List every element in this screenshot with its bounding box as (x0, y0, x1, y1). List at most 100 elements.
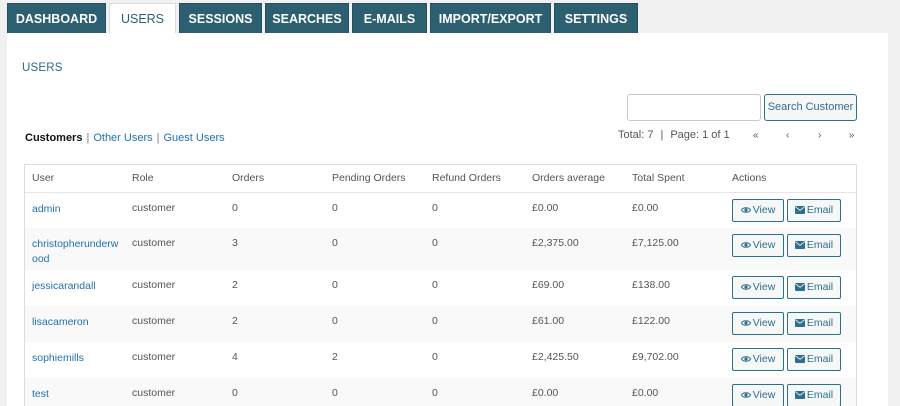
first-page-button[interactable]: « (740, 130, 772, 141)
table-header-row: User Role Orders Pending Orders Refund O… (25, 165, 856, 193)
email-button[interactable]: Email (787, 384, 841, 406)
email-button[interactable]: Email (787, 234, 841, 257)
total-spent-cell: £0.00 (625, 378, 725, 406)
view-button[interactable]: View (732, 234, 784, 257)
email-button[interactable]: Email (787, 312, 841, 335)
user-link[interactable]: lisacameron (32, 315, 120, 330)
view-label: View (752, 353, 776, 365)
total-spent-cell: £7,125.00 (625, 228, 725, 270)
orders-average-cell: £61.00 (525, 306, 625, 342)
search-customer-button[interactable]: Search Customer (764, 94, 857, 121)
email-label: Email (806, 317, 834, 329)
refund-orders-cell: 0 (425, 228, 525, 270)
total-spent-cell: £9,702.00 (625, 342, 725, 378)
pending-orders-cell: 2 (325, 342, 425, 378)
view-label: View (752, 239, 776, 251)
view-button[interactable]: View (732, 312, 784, 335)
eye-icon (740, 356, 751, 362)
total-spent-cell: £138.00 (625, 270, 725, 306)
actions-cell: View Email (725, 270, 856, 306)
filter-other-users[interactable]: Other Users (93, 132, 152, 144)
user-link[interactable]: admin (32, 202, 120, 217)
email-button[interactable]: Email (787, 198, 841, 222)
col-pending-orders: Pending Orders (325, 165, 425, 193)
eye-icon (740, 392, 751, 398)
col-total-spent: Total Spent (625, 165, 725, 193)
refund-orders-cell: 0 (425, 306, 525, 342)
orders-cell: 2 (225, 306, 325, 342)
col-orders: Orders (225, 165, 325, 193)
total-spent-cell: £0.00 (625, 192, 725, 228)
view-button[interactable]: View (732, 348, 784, 371)
pending-orders-cell: 0 (325, 378, 425, 406)
orders-average-cell: £0.00 (525, 378, 625, 406)
envelope-icon (794, 319, 805, 328)
orders-cell: 4 (225, 342, 325, 378)
eye-icon (740, 320, 751, 326)
view-label: View (752, 281, 776, 293)
refund-orders-cell: 0 (425, 342, 525, 378)
view-button[interactable]: View (732, 198, 784, 222)
role-cell: customer (125, 342, 225, 378)
refund-orders-cell: 0 (425, 378, 525, 406)
page-title: USERS (22, 62, 63, 74)
email-label: Email (806, 239, 834, 251)
eye-icon (740, 284, 751, 290)
tab-searches[interactable]: SEARCHES (265, 3, 349, 33)
users-table: User Role Orders Pending Orders Refund O… (24, 164, 857, 406)
email-button[interactable]: Email (787, 348, 841, 371)
last-page-button[interactable]: » (836, 130, 868, 141)
pending-orders-cell: 0 (325, 192, 425, 228)
tab-emails[interactable]: E-MAILS (352, 3, 427, 33)
total-spent-cell: £122.00 (625, 306, 725, 342)
role-cell: customer (125, 270, 225, 306)
table-row: lisacameron customer 2 0 0 £61.00 £122.0… (25, 306, 856, 342)
orders-cell: 0 (225, 378, 325, 406)
nav-tabs: DASHBOARD USERS SESSIONS SEARCHES E-MAIL… (7, 3, 641, 33)
user-link[interactable]: test (32, 387, 120, 402)
tab-settings[interactable]: SETTINGS (554, 3, 638, 33)
table-row: christopherunderwood customer 3 0 0 £2,3… (25, 228, 856, 270)
search-input[interactable] (627, 94, 761, 121)
actions-cell: View Email (725, 342, 856, 378)
prev-page-button[interactable]: ‹ (772, 130, 804, 141)
pending-orders-cell: 0 (325, 270, 425, 306)
refund-orders-cell: 0 (425, 270, 525, 306)
orders-average-cell: £0.00 (525, 192, 625, 228)
view-button[interactable]: View (732, 384, 784, 406)
role-cell: customer (125, 378, 225, 406)
table-row: test customer 0 0 0 £0.00 £0.00 View Emai… (25, 378, 856, 406)
tab-users[interactable]: USERS (109, 3, 176, 33)
actions-cell: View Email (725, 192, 856, 228)
email-label: Email (806, 389, 834, 401)
envelope-icon (794, 241, 805, 250)
main-panel: USERS Search Customer Customers | Other Us… (7, 33, 888, 406)
eye-icon (740, 242, 751, 248)
envelope-icon (794, 283, 805, 292)
orders-average-cell: £2,425.50 (525, 342, 625, 378)
tab-import-export[interactable]: IMPORT/EXPORT (430, 3, 551, 33)
pending-orders-cell: 0 (325, 228, 425, 270)
email-button[interactable]: Email (787, 276, 841, 299)
user-type-filter: Customers | Other Users | Guest Users (25, 132, 225, 144)
col-user: User (25, 165, 125, 193)
table-row: sophiemills customer 4 2 0 £2,425.50 £9,… (25, 342, 856, 378)
view-button[interactable]: View (732, 276, 784, 299)
email-label: Email (806, 281, 834, 293)
pagination: Total: 7 | Page: 1 of 1 « ‹ › » (618, 129, 868, 141)
role-cell: customer (125, 228, 225, 270)
col-role: Role (125, 165, 225, 193)
filter-guest-users[interactable]: Guest Users (163, 132, 224, 144)
user-link[interactable]: sophiemills (32, 351, 120, 366)
user-link[interactable]: christopherunderwood (32, 237, 120, 267)
next-page-button[interactable]: › (804, 130, 836, 141)
tab-sessions[interactable]: SESSIONS (179, 3, 262, 33)
view-label: View (752, 317, 776, 329)
table-row: admin customer 0 0 0 £0.00 £0.00 View Ema… (25, 192, 856, 228)
col-actions: Actions (725, 165, 856, 193)
user-link[interactable]: jessicarandall (32, 279, 120, 294)
orders-average-cell: £69.00 (525, 270, 625, 306)
envelope-icon (794, 355, 805, 364)
filter-customers[interactable]: Customers (25, 132, 82, 144)
tab-dashboard[interactable]: DASHBOARD (7, 3, 106, 33)
